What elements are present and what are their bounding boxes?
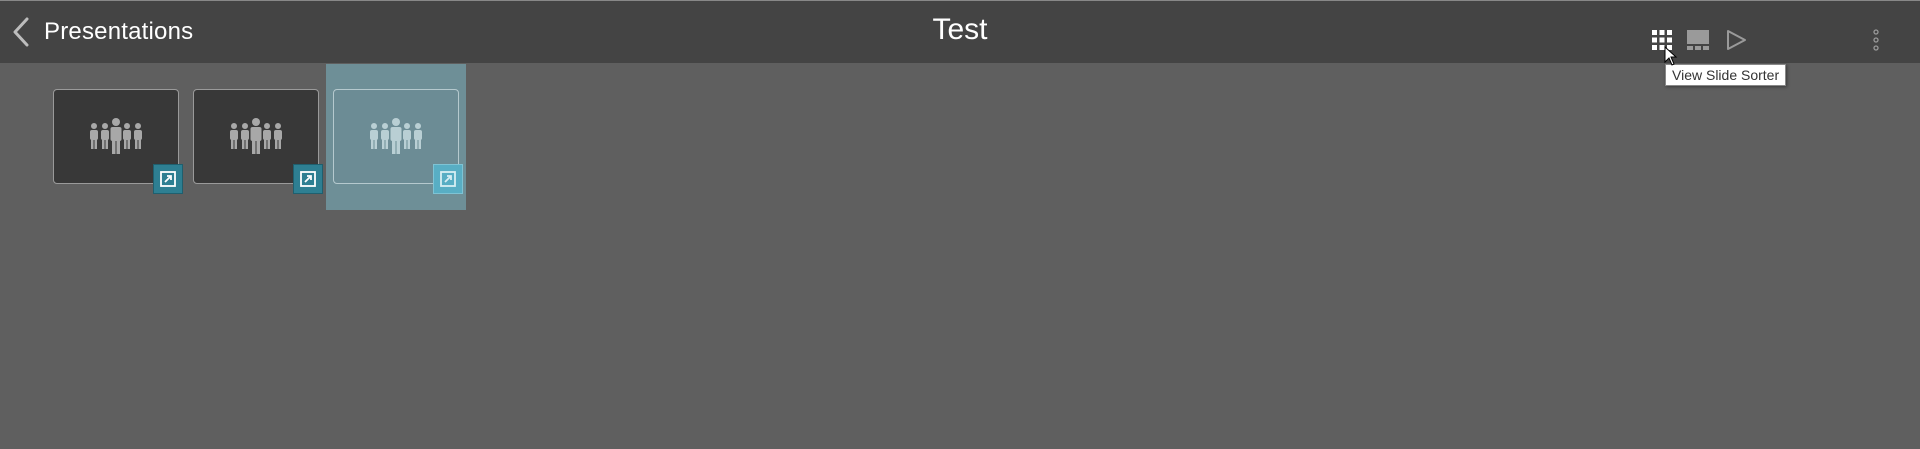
play-icon (1727, 30, 1746, 50)
filmstrip-icon (1687, 30, 1709, 50)
slide-link-badge[interactable] (153, 164, 183, 194)
slide-item[interactable] (186, 74, 326, 220)
slide-link-badge[interactable] (293, 164, 323, 194)
view-filmstrip-button[interactable] (1684, 26, 1712, 54)
link-icon (300, 171, 316, 187)
link-icon (440, 171, 456, 187)
slide-item[interactable] (46, 74, 186, 220)
top-bar: Presentations Test (0, 0, 1920, 63)
page-title: Test (932, 13, 988, 46)
more-vertical-icon (1873, 29, 1879, 51)
tooltip: View Slide Sorter (1665, 64, 1787, 86)
play-presentation-button[interactable] (1722, 26, 1750, 54)
people-icon (370, 117, 422, 154)
more-options-button[interactable] (1862, 26, 1890, 54)
mouse-cursor-icon (1664, 46, 1678, 66)
chevron-left-icon (13, 17, 29, 47)
slide-item-selected[interactable] (326, 64, 466, 210)
people-icon (90, 117, 142, 154)
back-button-label: Presentations (44, 18, 194, 45)
people-icon (230, 117, 282, 154)
slide-link-badge[interactable] (433, 164, 463, 194)
back-button[interactable]: Presentations (12, 15, 193, 49)
link-icon (160, 171, 176, 187)
